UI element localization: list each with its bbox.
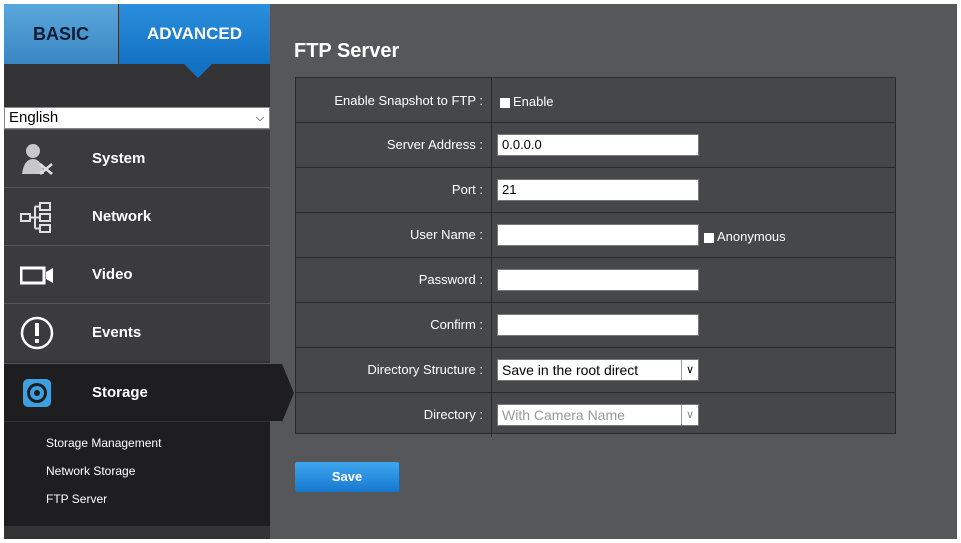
port-input[interactable]: 21: [497, 179, 699, 201]
sidebar-item-label: Video: [92, 266, 133, 283]
row-directory-structure: Directory Structure : Save in the root d…: [296, 348, 895, 393]
row-server-address: Server Address : 0.0.0.0: [296, 123, 895, 168]
page-title: FTP Server: [294, 40, 400, 62]
system-tools-icon: [22, 144, 53, 175]
sidebar-item-label: System: [92, 150, 146, 167]
enable-snapshot-label: Enable Snapshot to FTP :: [296, 78, 492, 122]
directory-select[interactable]: With Camera Name ∨: [497, 404, 699, 426]
user-name-input[interactable]: [497, 224, 699, 246]
storage-disk-icon: [23, 379, 51, 407]
anonymous-checkbox[interactable]: Anonymous: [704, 229, 786, 244]
user-name-label: User Name :: [296, 213, 492, 257]
confirm-password-input[interactable]: [497, 314, 699, 336]
language-select[interactable]: English ⌵: [4, 107, 270, 129]
sidebar-item-label: Storage: [92, 384, 148, 401]
tab-basic[interactable]: BASIC: [4, 4, 118, 64]
directory-label: Directory :: [296, 393, 492, 437]
sidebar: BASIC ADVANCED English ⌵ System Network: [4, 4, 294, 539]
server-address-label: Server Address :: [296, 123, 492, 167]
row-user-name: User Name : Anonymous: [296, 213, 895, 258]
directory-structure-value: Save in the root direct: [502, 362, 639, 378]
directory-value: With Camera Name: [502, 407, 625, 423]
checkbox-icon[interactable]: [704, 232, 714, 243]
save-button[interactable]: Save: [295, 462, 399, 492]
sidebar-item-events[interactable]: Events: [4, 303, 270, 361]
row-confirm: Confirm :: [296, 303, 895, 348]
row-password: Password :: [296, 258, 895, 303]
sidebar-item-video[interactable]: Video: [4, 245, 270, 303]
sidebar-item-network[interactable]: Network: [4, 187, 270, 245]
tab-advanced[interactable]: ADVANCED: [119, 4, 270, 64]
chevron-down-icon: ∨: [681, 405, 698, 425]
chevron-down-icon: ⌵: [255, 112, 265, 124]
row-directory: Directory : With Camera Name ∨: [296, 393, 895, 438]
password-input[interactable]: [497, 269, 699, 291]
confirm-label: Confirm :: [296, 303, 492, 347]
submenu-ftp-server[interactable]: FTP Server: [46, 492, 107, 506]
enable-checkbox-label: Enable: [513, 94, 554, 109]
sidebar-item-storage[interactable]: Storage: [4, 363, 294, 422]
directory-structure-select[interactable]: Save in the root direct ∨: [497, 359, 699, 381]
sidebar-item-system[interactable]: System: [4, 129, 270, 187]
anonymous-checkbox-label: Anonymous: [717, 229, 786, 244]
alert-icon: [20, 316, 54, 350]
ftp-form: Enable Snapshot to FTP : Enable Server A…: [295, 77, 896, 437]
row-port: Port : 21: [296, 168, 895, 213]
language-selected: English: [9, 109, 59, 126]
active-tab-indicator: [184, 64, 212, 78]
port-label: Port :: [296, 168, 492, 212]
sidebar-footer: [4, 526, 270, 539]
checkbox-icon[interactable]: [500, 97, 510, 108]
directory-structure-label: Directory Structure :: [296, 348, 492, 392]
chevron-down-icon: ∨: [681, 360, 698, 380]
video-camera-icon: [20, 266, 53, 285]
sidebar-item-label: Network: [92, 208, 152, 225]
storage-submenu: Storage Management Network Storage FTP S…: [4, 422, 270, 526]
server-address-input[interactable]: 0.0.0.0: [497, 134, 699, 156]
app-frame: BASIC ADVANCED English ⌵ System Network: [4, 4, 957, 539]
password-label: Password :: [296, 258, 492, 302]
row-enable-snapshot: Enable Snapshot to FTP : Enable: [296, 78, 895, 123]
submenu-network-storage[interactable]: Network Storage: [46, 464, 135, 478]
sidebar-item-label: Events: [92, 324, 142, 341]
enable-checkbox[interactable]: Enable: [500, 94, 553, 109]
network-tree-icon: [20, 202, 51, 233]
submenu-storage-management[interactable]: Storage Management: [46, 436, 161, 450]
